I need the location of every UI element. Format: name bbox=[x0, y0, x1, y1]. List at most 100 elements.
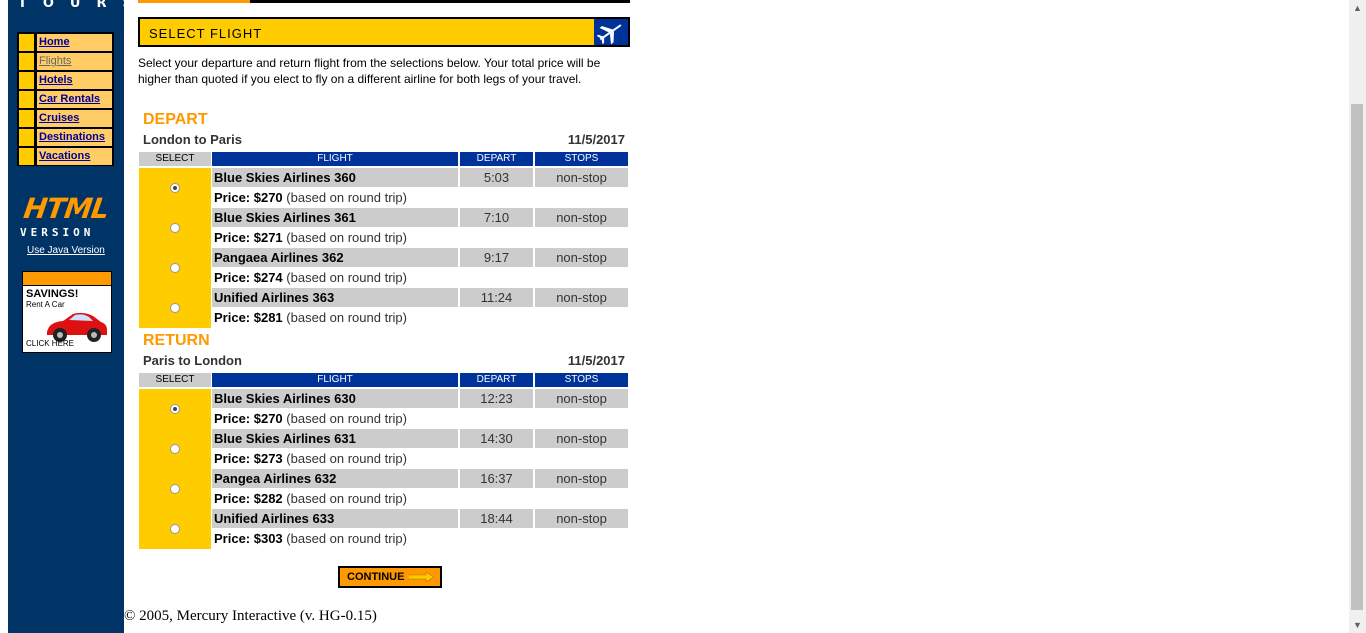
flight-price: Price: $281 (based on round trip) bbox=[214, 310, 407, 325]
flight-price: Price: $270 (based on round trip) bbox=[214, 190, 407, 205]
nav-item-home: Home bbox=[19, 34, 112, 51]
flight-name: Pangea Airlines 632 bbox=[212, 469, 458, 488]
footer-copyright: © 2005, Mercury Interactive (v. HG-0.15) bbox=[124, 608, 377, 624]
flight-name: Blue Skies Airlines 630 bbox=[212, 389, 458, 408]
nav-link-home[interactable]: Home bbox=[37, 34, 112, 51]
flight-stops: non-stop bbox=[535, 248, 628, 267]
nav-item-destinations: Destinations bbox=[19, 129, 112, 146]
return-flight-row: Unified Airlines 633 18:44 non-stop Pric… bbox=[139, 509, 628, 549]
ad-title: SAVINGS! bbox=[26, 288, 79, 300]
flight-stops: non-stop bbox=[535, 288, 628, 307]
left-sidebar: TOURS Home Flights Hotels Car Rentals Cr… bbox=[8, 0, 132, 633]
depart-flight-row: Unified Airlines 363 11:24 non-stop Pric… bbox=[139, 288, 628, 328]
flight-name: Unified Airlines 633 bbox=[212, 509, 458, 528]
ad-click-here: CLICK HERE bbox=[26, 339, 75, 348]
nav-link-cruises[interactable]: Cruises bbox=[37, 110, 112, 127]
return-radio[interactable] bbox=[170, 484, 180, 494]
col-select-header: SELECT bbox=[139, 373, 211, 387]
flight-name: Blue Skies Airlines 631 bbox=[212, 429, 458, 448]
page-title-bar: SELECT FLIGHT bbox=[138, 17, 630, 47]
return-radio[interactable] bbox=[170, 444, 180, 454]
depart-time: 18:44 bbox=[460, 509, 533, 528]
return-date: 11/5/2017 bbox=[567, 353, 625, 368]
ad-subtitle: Rent A Car bbox=[26, 300, 65, 309]
depart-time: 14:30 bbox=[460, 429, 533, 448]
arrow-right-icon bbox=[408, 572, 434, 582]
nav-link-hotels[interactable]: Hotels bbox=[37, 72, 112, 89]
continue-label: CONTINUE bbox=[347, 571, 405, 583]
return-heading: RETURN bbox=[143, 332, 210, 349]
depart-flight-row: Blue Skies Airlines 360 5:03 non-stop Pr… bbox=[139, 168, 628, 208]
col-stops-header: STOPS bbox=[535, 152, 628, 166]
flight-name: Blue Skies Airlines 360 bbox=[212, 168, 458, 187]
scrollbar-thumb[interactable] bbox=[1351, 104, 1363, 610]
version-logo-text: VERSION bbox=[20, 226, 95, 239]
flight-price: Price: $273 (based on round trip) bbox=[214, 451, 407, 466]
top-tab-strip bbox=[138, 0, 630, 3]
col-flight-header: FLIGHT bbox=[212, 373, 458, 387]
col-stops-header: STOPS bbox=[535, 373, 628, 387]
page-title: SELECT FLIGHT bbox=[149, 26, 263, 41]
depart-time: 5:03 bbox=[460, 168, 533, 187]
depart-flight-row: Pangaea Airlines 362 9:17 non-stop Price… bbox=[139, 248, 628, 288]
intro-text: Select your departure and return flight … bbox=[138, 56, 601, 86]
flight-stops: non-stop bbox=[535, 389, 628, 408]
return-flight-row: Blue Skies Airlines 630 12:23 non-stop P… bbox=[139, 389, 628, 429]
nav-link-car-rentals[interactable]: Car Rentals bbox=[37, 91, 112, 108]
nav-item-hotels: Hotels bbox=[19, 72, 112, 89]
continue-button[interactable]: CONTINUE bbox=[338, 566, 442, 588]
flight-price: Price: $271 (based on round trip) bbox=[214, 230, 407, 245]
java-version-link[interactable]: Use Java Version bbox=[27, 245, 105, 256]
scroll-up-icon[interactable]: ▲ bbox=[1353, 3, 1362, 13]
nav-item-vacations: Vacations bbox=[19, 148, 112, 165]
vertical-scrollbar[interactable]: ▲ ▼ bbox=[1349, 0, 1366, 633]
flight-stops: non-stop bbox=[535, 429, 628, 448]
depart-time: 9:17 bbox=[460, 248, 533, 267]
return-table-header: SELECT FLIGHT DEPART STOPS bbox=[139, 373, 628, 387]
brand-logo-text: TOURS bbox=[18, 0, 148, 11]
flight-price: Price: $303 (based on round trip) bbox=[214, 531, 407, 546]
depart-time: 7:10 bbox=[460, 208, 533, 227]
col-depart-header: DEPART bbox=[460, 373, 533, 387]
depart-heading: DEPART bbox=[143, 111, 208, 128]
nav-link-vacations[interactable]: Vacations bbox=[37, 148, 112, 165]
depart-radio[interactable] bbox=[170, 223, 180, 233]
airplane-icon bbox=[594, 19, 628, 45]
return-flight-row: Blue Skies Airlines 631 14:30 non-stop P… bbox=[139, 429, 628, 469]
rent-a-car-ad[interactable]: SAVINGS! Rent A Car CLICK HERE bbox=[22, 271, 112, 353]
col-select-header: SELECT bbox=[139, 152, 211, 166]
depart-radio[interactable] bbox=[170, 263, 180, 273]
flight-name: Blue Skies Airlines 361 bbox=[212, 208, 458, 227]
nav-menu: Home Flights Hotels Car Rentals Cruises … bbox=[17, 32, 114, 166]
html-logo-text: HTML bbox=[21, 192, 111, 225]
nav-link-destinations[interactable]: Destinations bbox=[37, 129, 112, 146]
depart-radio[interactable] bbox=[170, 183, 180, 193]
col-flight-header: FLIGHT bbox=[212, 152, 458, 166]
flight-price: Price: $282 (based on round trip) bbox=[214, 491, 407, 506]
depart-time: 16:37 bbox=[460, 469, 533, 488]
depart-date: 11/5/2017 bbox=[567, 132, 625, 147]
depart-route: London to Paris bbox=[143, 132, 242, 147]
col-depart-header: DEPART bbox=[460, 152, 533, 166]
nav-link-flights[interactable]: Flights bbox=[37, 53, 112, 70]
depart-radio[interactable] bbox=[170, 303, 180, 313]
flight-stops: non-stop bbox=[535, 168, 628, 187]
depart-table-header: SELECT FLIGHT DEPART STOPS bbox=[139, 152, 628, 166]
flight-stops: non-stop bbox=[535, 509, 628, 528]
flight-name: Pangaea Airlines 362 bbox=[212, 248, 458, 267]
flight-stops: non-stop bbox=[535, 469, 628, 488]
return-radio[interactable] bbox=[170, 404, 180, 414]
flight-name: Unified Airlines 363 bbox=[212, 288, 458, 307]
return-radio[interactable] bbox=[170, 524, 180, 534]
flight-stops: non-stop bbox=[535, 208, 628, 227]
depart-time: 11:24 bbox=[460, 288, 533, 307]
return-route: Paris to London bbox=[143, 353, 242, 368]
scroll-down-icon[interactable]: ▼ bbox=[1353, 620, 1362, 630]
flight-price: Price: $274 (based on round trip) bbox=[214, 270, 407, 285]
html-version-logo: HTML bbox=[21, 192, 111, 225]
return-flight-row: Pangea Airlines 632 16:37 non-stop Price… bbox=[139, 469, 628, 509]
depart-time: 12:23 bbox=[460, 389, 533, 408]
nav-item-car-rentals: Car Rentals bbox=[19, 91, 112, 108]
flight-price: Price: $270 (based on round trip) bbox=[214, 411, 407, 426]
nav-item-cruises: Cruises bbox=[19, 110, 112, 127]
